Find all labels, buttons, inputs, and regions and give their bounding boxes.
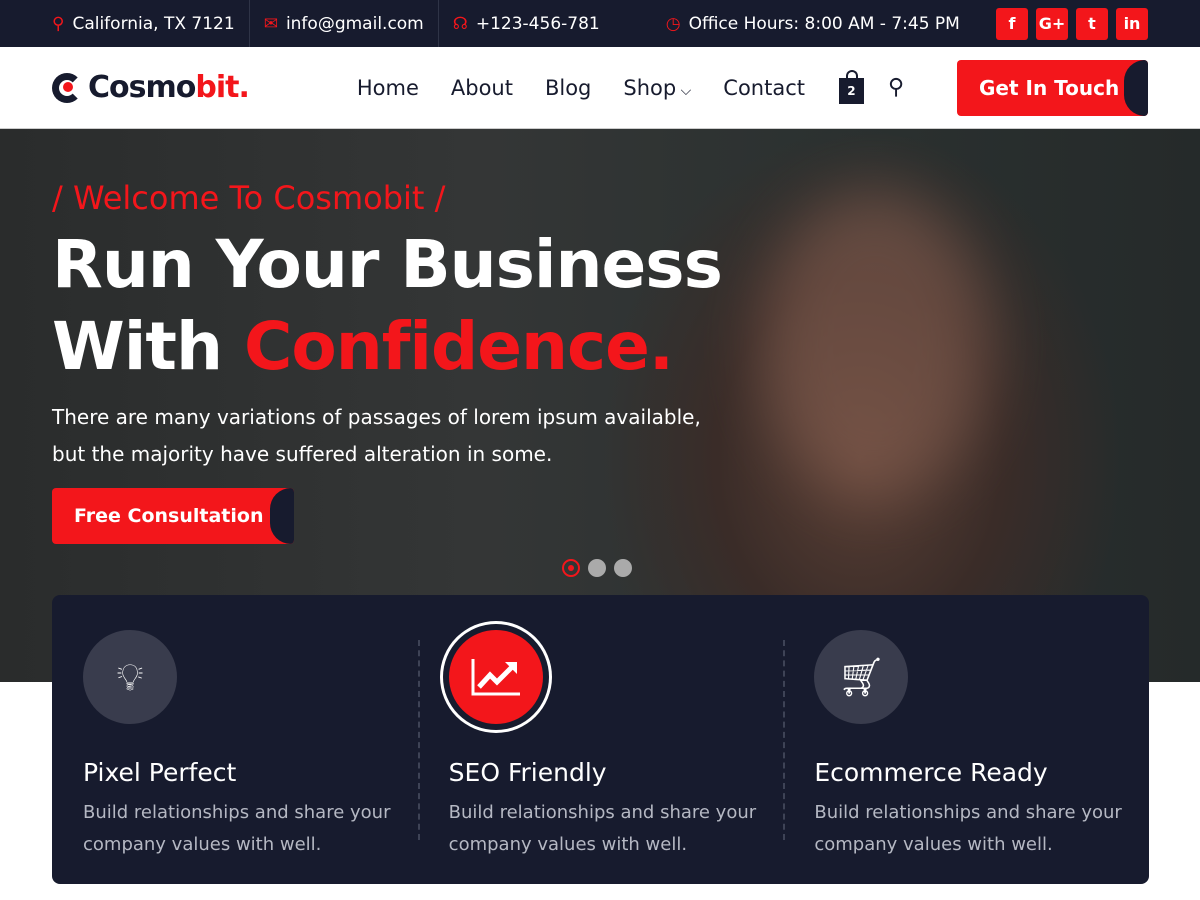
headset-icon: ☊ — [452, 13, 468, 34]
feature-text: Build relationships and share your compa… — [83, 802, 391, 855]
main-nav: Home About Blog Shop ⌵ Contact — [357, 76, 805, 100]
clock-icon: ◷ — [665, 13, 681, 34]
feature-title: Ecommerce Ready — [814, 758, 1048, 787]
hero-title-line2: With Confidence. — [52, 306, 722, 388]
envelope-icon: ✉ — [263, 13, 278, 34]
free-consultation-label: Free Consultation — [74, 505, 264, 527]
logo-accent: bit. — [195, 70, 249, 105]
header: Cosmo bit. Home About Blog Shop ⌵ Contact… — [0, 47, 1200, 129]
hours-text: Office Hours: 8:00 AM - 7:45 PM — [688, 13, 960, 34]
feature-text: Build relationships and share your compa… — [814, 802, 1122, 855]
email[interactable]: ✉ info@gmail.com — [250, 0, 439, 47]
slider-dot-3[interactable] — [614, 559, 632, 577]
feature-card: 🛒︎ Ecommerce Ready Build relationships a… — [783, 595, 1149, 884]
hero-pretitle: / Welcome To Cosmobit / — [52, 179, 446, 217]
map-pin-icon: ⚲ — [52, 13, 65, 34]
chevron-down-icon: ⌵ — [676, 82, 692, 99]
slider-dot-2[interactable] — [588, 559, 606, 577]
nav-contact[interactable]: Contact — [723, 76, 805, 100]
hero-title-line1: Run Your Business — [52, 226, 723, 303]
hero-title-with: With — [52, 308, 244, 385]
logo-text: Cosmo — [88, 70, 196, 105]
twitter-icon[interactable]: t — [1076, 7, 1108, 40]
lightbulb-icon: 💡︎ — [83, 630, 177, 724]
cart-icon[interactable]: 2 — [838, 69, 864, 104]
facebook-icon[interactable]: f — [996, 7, 1028, 40]
phone[interactable]: ☊ +123-456-781 — [439, 0, 614, 47]
get-in-touch-label: Get In Touch — [979, 75, 1120, 100]
hero-title-accent: Confidence. — [243, 308, 674, 385]
hero-image — [760, 189, 990, 499]
logo-icon — [52, 72, 82, 103]
logo[interactable]: Cosmo bit. — [52, 70, 250, 105]
hero-description: There are many variations of passages of… — [52, 405, 701, 466]
social-links: f G+ t in — [996, 7, 1148, 40]
slider-dots — [562, 559, 632, 577]
feature-card: 💡︎ Pixel Perfect Build relationships and… — [52, 595, 418, 884]
email-link[interactable]: info@gmail.com — [286, 14, 424, 34]
top-bar: ⚲ California, TX 7121 ✉ info@gmail.com ☊ +1… — [0, 0, 1200, 47]
nav-shop[interactable]: Shop ⌵ — [623, 76, 691, 100]
nav-about[interactable]: About — [451, 76, 513, 100]
google-plus-icon[interactable]: G+ — [1036, 7, 1068, 40]
hero-title: Run Your Business With Confidence. — [52, 224, 723, 388]
chart-up-icon — [448, 630, 543, 724]
get-in-touch-button[interactable]: Get In Touch — [957, 59, 1148, 116]
free-consultation-button[interactable]: Free Consultation — [52, 488, 294, 544]
nav-blog[interactable]: Blog — [545, 76, 591, 100]
nav-home[interactable]: Home — [357, 76, 419, 100]
cart-icon: 🛒︎ — [814, 630, 909, 724]
feature-text: Build relationships and share your compa… — [448, 802, 757, 855]
slider-dot-1[interactable] — [562, 559, 580, 577]
search-icon[interactable]: ⚲ — [888, 75, 904, 100]
feature-title: Pixel Perfect — [83, 758, 237, 787]
nav-shop-label: Shop — [623, 75, 677, 100]
address: ⚲ California, TX 7121 — [0, 0, 250, 47]
phone-link[interactable]: +123-456-781 — [476, 14, 600, 34]
linkedin-icon[interactable]: in — [1116, 7, 1148, 40]
address-text: California, TX 7121 — [72, 13, 235, 34]
features-panel: 💡︎ Pixel Perfect Build relationships and… — [52, 595, 1149, 884]
feature-card: SEO Friendly Build relationships and sha… — [417, 595, 784, 884]
feature-title: SEO Friendly — [448, 758, 607, 787]
office-hours: ◷ Office Hours: 8:00 AM - 7:45 PM — [652, 0, 974, 47]
cart-count: 2 — [847, 83, 856, 98]
